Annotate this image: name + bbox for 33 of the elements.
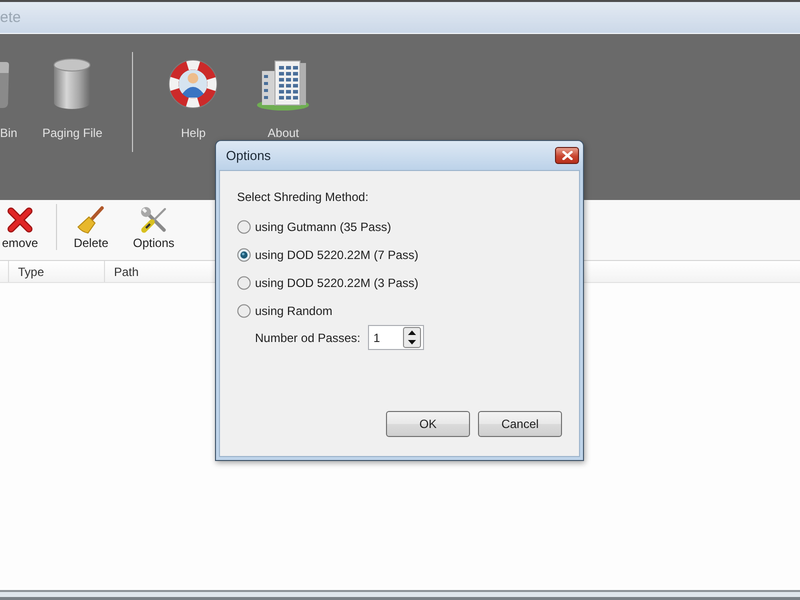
cross-icon[interactable]: [6, 206, 34, 234]
ribbon-button[interactable]: Help: [163, 56, 224, 140]
prompt-label: Select Shreding Method:: [237, 189, 368, 205]
method-label: using DOD 5220.22M (7 Pass): [255, 248, 418, 262]
radio-button[interactable]: [237, 248, 251, 262]
ribbon-button[interactable]: Paging File: [42, 56, 102, 140]
wrench-screwdriver-icon[interactable]: [140, 206, 168, 234]
ribbon-button[interactable]: Bin: [0, 56, 18, 140]
column-header[interactable]: Type: [9, 261, 105, 282]
toolbar-button[interactable]: Delete: [71, 206, 112, 250]
method-label: using DOD 5220.22M (3 Pass): [255, 276, 418, 290]
radio-button[interactable]: [237, 220, 251, 234]
cylinder-icon[interactable]: [53, 58, 92, 110]
dialog-button[interactable]: Cancel: [478, 411, 562, 437]
method-label: using Gutmann (35 Pass): [255, 220, 392, 234]
ribbon-button[interactable]: About: [253, 56, 314, 140]
radio-button[interactable]: [237, 276, 251, 290]
toolbar-button[interactable]: emove: [0, 206, 40, 250]
window-title: ete: [0, 9, 21, 26]
passes-label: Number od Passes:: [255, 330, 360, 344]
trash-can-icon[interactable]: [0, 59, 10, 109]
close-icon[interactable]: [562, 151, 572, 160]
method-label: using Random: [255, 304, 332, 318]
radio-button[interactable]: [237, 304, 251, 318]
close-button[interactable]: [555, 147, 579, 164]
dialog-button[interactable]: OK: [386, 411, 470, 437]
broom-icon[interactable]: [77, 206, 106, 234]
toolbar-button[interactable]: Options: [131, 206, 176, 250]
column-header[interactable]: Path: [105, 261, 212, 282]
up-down-arrows-icon[interactable]: [403, 327, 422, 348]
dialog-title: Options: [226, 148, 271, 163]
lifebuoy-person-icon[interactable]: [168, 59, 218, 109]
passes-field[interactable]: 1: [368, 325, 424, 350]
